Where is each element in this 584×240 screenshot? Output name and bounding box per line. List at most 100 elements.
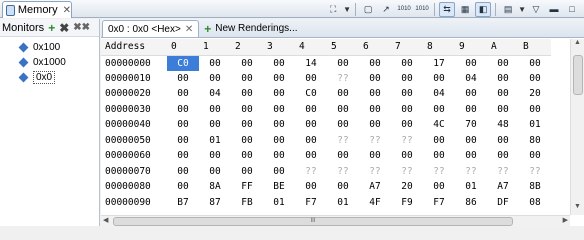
memory-byte-cell[interactable]: 00 (167, 133, 199, 149)
memory-byte-cell[interactable]: 04 (199, 86, 231, 102)
memory-byte-cell[interactable]: F9 (391, 195, 423, 211)
memory-byte-cell[interactable]: 80 (519, 133, 551, 149)
memory-byte-cell[interactable]: FB (231, 195, 263, 211)
memory-byte-cell[interactable]: 8B (519, 179, 551, 195)
memory-byte-cell[interactable]: 00 (263, 164, 295, 180)
memory-byte-cell[interactable]: ?? (487, 164, 519, 180)
memory-byte-cell[interactable]: 70 (455, 117, 487, 133)
memory-byte-cell[interactable]: 00 (391, 102, 423, 118)
memory-byte-cell[interactable]: 00 (455, 55, 487, 71)
dropdown-arrow-icon[interactable]: ▼ (343, 5, 351, 14)
vertical-scroll-thumb[interactable] (573, 55, 583, 95)
memory-byte-cell[interactable]: 00 (487, 55, 519, 71)
memory-byte-cell[interactable]: 00 (519, 148, 551, 164)
memory-byte-cell[interactable]: 00 (167, 71, 199, 87)
memory-byte-cell[interactable]: 00 (327, 102, 359, 118)
scroll-left-arrow-icon[interactable]: ◀ (103, 216, 108, 224)
memory-byte-cell[interactable]: ?? (359, 133, 391, 149)
dropdown-arrow-icon[interactable]: ▼ (518, 5, 526, 14)
memory-byte-cell[interactable]: 00 (199, 117, 231, 133)
memory-byte-cell[interactable]: 00 (199, 55, 231, 71)
memory-byte-cell[interactable]: 00 (263, 55, 295, 71)
remove-monitor-icon[interactable]: ✖ (59, 21, 69, 35)
toggle-memory-monitors-icon[interactable]: ◧ (475, 1, 492, 17)
memory-byte-cell[interactable]: ?? (295, 164, 327, 180)
memory-byte-cell[interactable]: 00 (423, 179, 455, 195)
memory-byte-cell[interactable]: 01 (263, 195, 295, 211)
memory-byte-cell[interactable]: 00 (263, 102, 295, 118)
memory-byte-cell[interactable]: 00 (199, 164, 231, 180)
memory-byte-cell[interactable]: 00 (327, 148, 359, 164)
memory-byte-cell[interactable]: 00 (167, 179, 199, 195)
memory-byte-cell[interactable]: 00 (327, 55, 359, 71)
memory-byte-cell[interactable]: A7 (359, 179, 391, 195)
memory-byte-cell[interactable]: 01 (455, 179, 487, 195)
memory-byte-cell[interactable]: 00 (359, 71, 391, 87)
memory-byte-cell[interactable]: 8A (199, 179, 231, 195)
memory-byte-cell[interactable]: 00 (519, 55, 551, 71)
table-renderings-icon[interactable]: ▤ (500, 2, 516, 17)
new-tab-icon[interactable]: ▢ (360, 2, 376, 17)
maximize-icon[interactable]: □ (564, 2, 580, 17)
memory-byte-cell[interactable]: 01 (199, 133, 231, 149)
minimize-icon[interactable]: ▬ (546, 2, 562, 17)
memory-byte-cell[interactable]: 00 (487, 133, 519, 149)
memory-byte-cell[interactable]: 00 (231, 117, 263, 133)
memory-byte-cell[interactable]: DF (487, 195, 519, 211)
memory-byte-cell[interactable]: 01 (519, 117, 551, 133)
toggle-split-pane-icon[interactable]: ▦ (457, 2, 473, 17)
memory-byte-cell[interactable]: FF (231, 179, 263, 195)
memory-byte-cell[interactable]: 00 (455, 102, 487, 118)
memory-byte-cell[interactable]: 00 (423, 148, 455, 164)
memory-byte-cell[interactable]: 00 (231, 133, 263, 149)
memory-byte-cell[interactable]: 00 (231, 86, 263, 102)
memory-byte-cell[interactable]: 00 (295, 102, 327, 118)
scroll-right-arrow-icon[interactable]: ▶ (563, 216, 568, 224)
memory-byte-cell[interactable]: 00 (263, 86, 295, 102)
memory-byte-cell[interactable]: 4F (359, 195, 391, 211)
memory-byte-cell[interactable]: 17 (423, 55, 455, 71)
memory-byte-cell[interactable]: 00 (359, 117, 391, 133)
memory-byte-cell[interactable]: 00 (423, 102, 455, 118)
monitor-item[interactable]: 0x1000 (0, 55, 99, 69)
memory-byte-cell[interactable]: 00 (295, 148, 327, 164)
memory-byte-cell[interactable]: 00 (167, 148, 199, 164)
memory-byte-cell[interactable]: 00 (327, 179, 359, 195)
memory-byte-cell[interactable]: 00 (231, 71, 263, 87)
memory-byte-cell[interactable]: 00 (391, 86, 423, 102)
memory-byte-cell[interactable]: 00 (391, 117, 423, 133)
memory-byte-cell[interactable]: 00 (519, 102, 551, 118)
memory-byte-cell[interactable]: 00 (231, 164, 263, 180)
memory-byte-cell[interactable]: 00 (199, 71, 231, 87)
memory-byte-cell[interactable]: 08 (519, 195, 551, 211)
memory-byte-cell[interactable]: 00 (231, 148, 263, 164)
memory-byte-cell[interactable]: 00 (295, 133, 327, 149)
memory-byte-cell[interactable]: 00 (359, 86, 391, 102)
memory-byte-cell[interactable]: 00 (295, 71, 327, 87)
memory-byte-cell[interactable]: 00 (359, 102, 391, 118)
memory-byte-cell[interactable]: C0 (167, 55, 199, 71)
scroll-down-arrow-icon[interactable]: ▼ (571, 203, 584, 215)
close-icon[interactable]: ✕ (63, 5, 71, 16)
memory-byte-cell[interactable]: 00 (487, 148, 519, 164)
memory-byte-cell[interactable]: ?? (423, 164, 455, 180)
memory-byte-cell[interactable]: 00 (423, 71, 455, 87)
memory-byte-cell[interactable]: 00 (455, 86, 487, 102)
memory-byte-cell[interactable]: 00 (231, 55, 263, 71)
memory-byte-cell[interactable]: A7 (487, 179, 519, 195)
memory-byte-cell[interactable]: F7 (295, 195, 327, 211)
memory-byte-cell[interactable]: 00 (263, 71, 295, 87)
memory-byte-cell[interactable]: 48 (487, 117, 519, 133)
memory-byte-cell[interactable]: 00 (263, 133, 295, 149)
memory-byte-cell[interactable]: 00 (167, 117, 199, 133)
memory-byte-cell[interactable]: 01 (327, 195, 359, 211)
monitor-item[interactable]: 0x100 (0, 40, 99, 54)
memory-byte-cell[interactable]: 00 (199, 148, 231, 164)
tab-new-renderings[interactable]: + New Renderings... (199, 20, 302, 37)
import-icon[interactable]: ↗ (378, 2, 394, 17)
memory-byte-cell[interactable]: 00 (167, 164, 199, 180)
memory-byte-cell[interactable]: F7 (423, 195, 455, 211)
memory-byte-cell[interactable]: ?? (327, 133, 359, 149)
horizontal-scroll-thumb[interactable]: III (113, 217, 513, 226)
memory-byte-cell[interactable]: 00 (167, 102, 199, 118)
